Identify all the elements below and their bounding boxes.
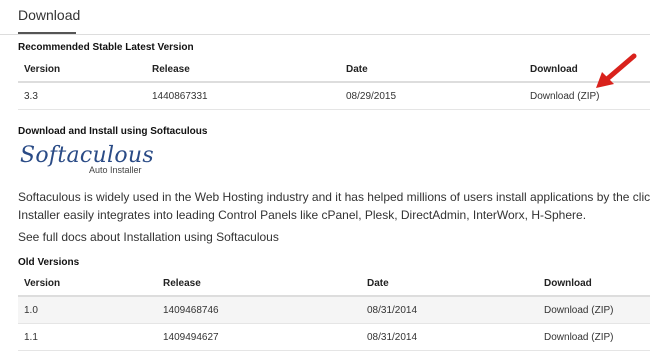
logo-subtitle: Auto Installer [89,165,142,175]
table-row: 1.0 1409468746 08/31/2014 Download (ZIP) [18,296,650,324]
column-header-version: Version [18,57,146,83]
column-header-date: Date [340,57,524,83]
softaculous-description: Softaculous is widely used in the Web Ho… [18,188,650,224]
download-zip-link[interactable]: Download (ZIP) [538,323,650,351]
tab-download[interactable]: Download [18,7,80,23]
release-cell: 1409494627 [157,323,361,351]
description-line: Softaculous is widely used in the Web Ho… [18,190,650,204]
old-versions-table: Version Release Date Download 1.0 140946… [18,271,650,351]
table-header-row: Version Release Date Download [18,271,650,297]
table-row: 1.1 1409494627 08/31/2014 Download (ZIP) [18,323,650,351]
date-cell: 08/29/2015 [340,82,524,110]
recommended-section-title: Recommended Stable Latest Version [18,42,194,53]
softaculous-logo[interactable]: Softaculous Auto Installer [20,143,160,179]
table-header-row: Version Release Date Download [18,57,650,83]
date-cell: 08/31/2014 [361,323,538,351]
column-header-version: Version [18,271,157,297]
download-zip-link[interactable]: Download (ZIP) [538,296,650,324]
version-cell: 1.1 [18,323,157,351]
active-tab-indicator [18,32,76,34]
version-cell: 1.0 [18,296,157,324]
old-versions-title: Old Versions [18,257,80,268]
red-arrow-icon [596,53,637,88]
column-header-release: Release [146,57,340,83]
softaculous-section-title: Download and Install using Softaculous [18,126,208,137]
table-row: 3.3 1440867331 08/29/2015 Download (ZIP) [18,82,650,110]
recommended-table: Version Release Date Download 3.3 144086… [18,57,650,110]
column-header-release: Release [157,271,361,297]
version-cell: 3.3 [18,82,146,110]
date-cell: 08/31/2014 [361,296,538,324]
release-cell: 1409468746 [157,296,361,324]
release-cell: 1440867331 [146,82,340,110]
column-header-download: Download [538,271,650,297]
installation-docs-link[interactable]: See full docs about Installation using S… [18,230,279,244]
column-header-date: Date [361,271,538,297]
tab-bar: Download [0,0,650,35]
description-line: Installer easily integrates into leading… [18,208,587,222]
